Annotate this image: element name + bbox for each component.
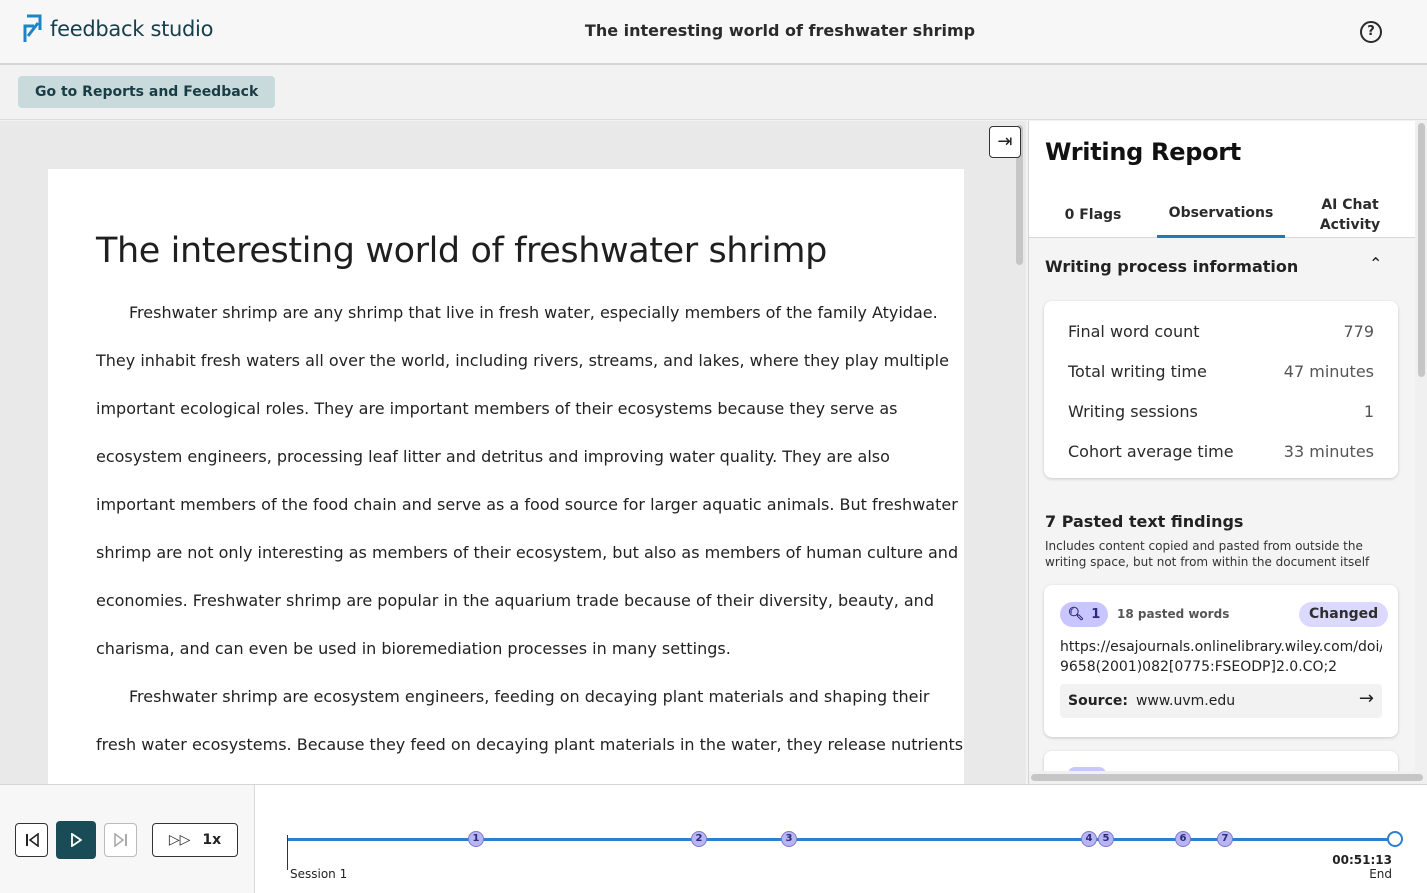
go-to-reports-button[interactable]: Go to Reports and Feedback (18, 76, 276, 108)
source-value: www.uvm.edu (1135, 693, 1236, 709)
document-scrollbar[interactable] (1015, 121, 1025, 784)
stat-label: Final word count (1068, 321, 1200, 341)
essay-line: shrimp are not only interesting as membe… (96, 543, 959, 562)
playback-controls: ▷▷ 1x (0, 785, 255, 893)
essay-line: Freshwater shrimp are any shrimp that li… (129, 303, 938, 322)
session-label: Session 1 (290, 867, 348, 881)
essay-line: Freshwater shrimp are ecosystem engineer… (129, 687, 930, 706)
pasted-findings-description: Includes content copied and pasted from … (1045, 539, 1370, 569)
panel-horizontal-scroll-thumb[interactable] (1031, 774, 1423, 781)
section-title[interactable]: Writing process information (1045, 257, 1298, 276)
url-line: https://esajournals.onlinelibrary.wiley.… (1060, 639, 1382, 655)
stat-label: Cohort average time (1068, 441, 1234, 461)
tab-observations[interactable]: Observations (1157, 191, 1285, 238)
timeline-marker[interactable]: 1 (468, 831, 484, 847)
playback-speed-button[interactable]: ▷▷ 1x (152, 823, 238, 857)
status-badge: Changed (1299, 602, 1389, 627)
stat-label: Total writing time (1068, 361, 1207, 381)
help-icon[interactable]: ? (1360, 21, 1382, 43)
pasted-word-count: 18 pasted words (1117, 607, 1230, 621)
essay-line: ecosystem engineers, processing leaf lit… (96, 447, 890, 466)
document-viewer[interactable]: The interesting world of freshwater shri… (0, 121, 1026, 784)
pasted-finding-card[interactable]: 🔍︎ 1 18 pasted words Changed https://esa… (1044, 585, 1398, 737)
stat-value: 47 minutes (1283, 361, 1374, 381)
timeline-marker[interactable]: 2 (691, 831, 707, 847)
timeline-marker[interactable]: 3 (781, 831, 797, 847)
writing-stats-card: Final word count 779 Total writing time … (1044, 301, 1398, 478)
tab-ai-chat-activity[interactable]: AI Chat Activity (1309, 191, 1391, 238)
stat-label: Writing sessions (1068, 401, 1198, 421)
timeline-marker[interactable]: 6 (1175, 831, 1191, 847)
skip-to-start-button[interactable] (15, 823, 48, 857)
speed-value: 1x (202, 832, 222, 848)
stat-row: Cohort average time 33 minutes (1068, 431, 1374, 471)
collapse-panel-icon[interactable]: ⇥ (989, 126, 1021, 158)
timeline-marker[interactable]: 5 (1098, 831, 1114, 847)
stat-value: 33 minutes (1283, 441, 1374, 461)
essay-line: They inhabit fresh waters all over the w… (96, 351, 949, 370)
writing-report-panel: Writing Report 0 Flags Observations AI C… (1028, 121, 1427, 784)
end-label: End (1369, 867, 1392, 881)
stat-row: Final word count 779 (1068, 311, 1374, 351)
skip-forward-icon (113, 833, 127, 847)
tab-flags[interactable]: 0 Flags (1053, 191, 1133, 238)
essay-line: important members of the food chain and … (96, 495, 958, 514)
essay-line: charisma, and can even be used in biorem… (96, 639, 731, 658)
stat-row: Writing sessions 1 (1068, 391, 1374, 431)
essay-line: important ecological roles. They are imp… (96, 399, 898, 418)
arrow-right-icon[interactable]: → (1359, 688, 1374, 709)
panel-header: Writing Report 0 Flags Observations AI C… (1029, 121, 1415, 238)
search-icon: 🔍︎ (1067, 607, 1085, 622)
timeline-playhead[interactable] (1387, 831, 1403, 847)
panel-horizontal-scrollbar[interactable] (1029, 771, 1427, 784)
essay-line: fresh water ecosystems. Because they fee… (96, 735, 964, 754)
pasted-findings-title: 7 Pasted text findings (1045, 512, 1244, 531)
finding-number: 1 (1091, 607, 1101, 622)
panel-scroll-thumb[interactable] (1418, 123, 1425, 377)
top-header: feedback studio The interesting world of… (0, 0, 1427, 65)
url-line: 9658(2001)082[0775:FSEODP]2.0.CO;2 (1060, 659, 1338, 675)
action-bar: Go to Reports and Feedback (0, 65, 1427, 120)
source-label: Source: (1068, 693, 1128, 709)
document-page: The interesting world of freshwater shri… (48, 169, 964, 784)
finding-url: https://esajournals.onlinelibrary.wiley.… (1060, 637, 1382, 677)
finding-badge: 🔍︎ 1 (1060, 602, 1108, 627)
source-row[interactable]: Source: www.uvm.edu → (1060, 684, 1382, 718)
play-icon (71, 833, 82, 847)
stat-value: 779 (1343, 321, 1374, 341)
panel-scrollbar[interactable] (1415, 121, 1427, 784)
stat-value: 1 (1363, 401, 1374, 421)
fast-forward-icon: ▷▷ (168, 832, 191, 848)
timeline-start-tick (287, 835, 288, 870)
stat-row: Total writing time 47 minutes (1068, 351, 1374, 391)
playback-bar: ▷▷ 1x 1 2 3 4 5 6 7 Session 1 00:51:13 E… (0, 784, 1427, 893)
play-button[interactable] (56, 821, 96, 859)
skip-to-end-button[interactable] (104, 823, 137, 857)
skip-back-icon (25, 833, 39, 847)
timeline-marker[interactable]: 4 (1081, 831, 1097, 847)
panel-title: Writing Report (1045, 138, 1241, 166)
essay-line: economies. Freshwater shrimp are popular… (96, 591, 934, 610)
end-time: 00:51:13 (1332, 853, 1392, 867)
document-title: The interesting world of freshwater shri… (584, 21, 976, 40)
essay-title: The interesting world of freshwater shri… (96, 231, 827, 271)
timeline-marker[interactable]: 7 (1217, 831, 1233, 847)
chevron-up-icon[interactable]: ⌃ (1369, 254, 1382, 273)
